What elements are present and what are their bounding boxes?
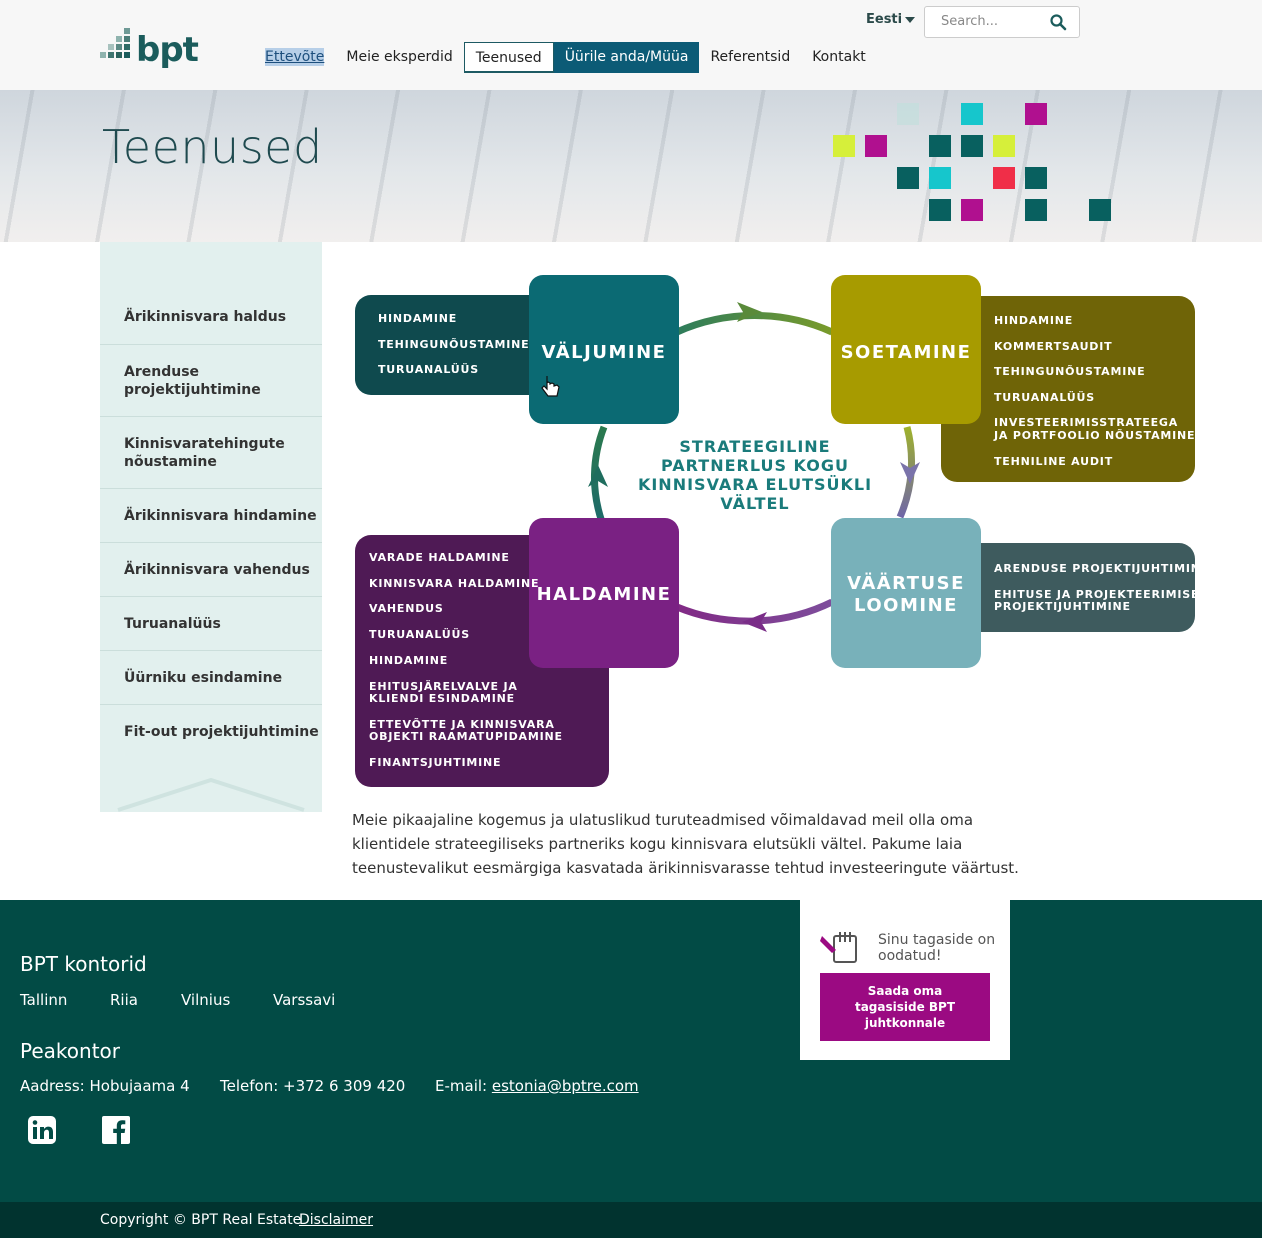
hq-email-row: E-mail: estonia@bptre.com xyxy=(435,1077,639,1095)
hq-phone: Telefon: +372 6 309 420 xyxy=(220,1077,406,1095)
center-line-4: VÄLTEL xyxy=(720,494,789,513)
svg-text:TEHINGUNÕUSTAMINE: TEHINGUNÕUSTAMINE xyxy=(994,365,1145,378)
svg-text:JA PORTFOOLIO NÕUSTAMINE: JA PORTFOOLIO NÕUSTAMINE xyxy=(993,429,1195,442)
svg-text:KLIENDI ESINDAMINE: KLIENDI ESINDAMINE xyxy=(369,692,515,705)
office-link-vilnius[interactable]: Vilnius xyxy=(181,991,230,1009)
svg-text:TURUANALÜÜS: TURUANALÜÜS xyxy=(369,627,470,641)
language-label: Eesti xyxy=(866,12,903,27)
feedback-box: Sinu tagaside on oodatud! Saada oma taga… xyxy=(800,900,1010,1060)
sidebar-item-arenduse-projektijuhtimine[interactable]: Arenduse projektijuhtimine xyxy=(100,345,322,417)
copyright-bar: Copyright © BPT Real Estate Disclaimer xyxy=(0,1202,1262,1238)
svg-text:HINDAMINE: HINDAMINE xyxy=(369,654,448,667)
haldamine-title: HALDAMINE xyxy=(537,584,672,605)
logo-text[interactable]: bpt xyxy=(136,30,199,70)
feedback-prompt: Sinu tagaside on oodatud! xyxy=(878,932,996,964)
sidebar-item-kinnisvaratehingute-noustamine[interactable]: Kinnisvaratehingute nõustamine xyxy=(100,417,322,489)
vaartuse-title-1: VÄÄRTUSE xyxy=(847,572,965,594)
svg-text:PROJEKTIJUHTIMINE: PROJEKTIJUHTIMINE xyxy=(994,600,1131,613)
sidebar-item-uurniku-esindamine[interactable]: Üürniku esindamine xyxy=(100,651,322,705)
center-line-3: KINNISVARA ELUTSÜKLI xyxy=(638,475,872,494)
send-feedback-button[interactable]: Saada oma tagasiside BPT juhtkonnale xyxy=(820,973,990,1041)
email-label: E-mail: xyxy=(435,1077,492,1095)
facebook-icon[interactable] xyxy=(101,1115,131,1145)
svg-text:HINDAMINE: HINDAMINE xyxy=(994,314,1073,327)
sidebar-item-turuanaluus[interactable]: Turuanalüüs xyxy=(100,597,322,651)
center-line-2: PARTNERLUS KOGU xyxy=(661,456,849,475)
sidebar-item-fit-out-projektijuhtimine[interactable]: Fit-out projektijuhtimine xyxy=(100,705,322,759)
center-line-1: STRATEEGILINE xyxy=(679,437,830,456)
page-title: Teenused xyxy=(102,120,323,174)
office-link-tallinn[interactable]: Tallinn xyxy=(20,991,67,1009)
nav-teenused[interactable]: Teenused xyxy=(463,42,554,73)
site-footer: BPT kontorid Tallinn Riia Vilnius Varssa… xyxy=(0,900,1262,1202)
svg-text:ARENDUSE PROJEKTIJUHTIMINE: ARENDUSE PROJEKTIJUHTIMINE xyxy=(994,562,1202,575)
search-icon[interactable] xyxy=(1049,13,1067,31)
office-link-varssavi[interactable]: Varssavi xyxy=(273,991,335,1009)
svg-text:VAHENDUS: VAHENDUS xyxy=(369,602,444,615)
svg-text:OBJEKTI RAAMATUPIDAMINE: OBJEKTI RAAMATUPIDAMINE xyxy=(369,730,563,743)
office-link-riia[interactable]: Riia xyxy=(110,991,138,1009)
haldamine-group[interactable]: HALDAMINE VARADE HALDAMINE KINNISVARA HA… xyxy=(355,518,679,787)
disclaimer-link[interactable]: Disclaimer xyxy=(299,1212,373,1228)
linkedin-icon[interactable] xyxy=(27,1115,57,1145)
sidebar-item-arikinnisvara-hindamine[interactable]: Ärikinnisvara hindamine xyxy=(100,489,322,543)
search-input[interactable] xyxy=(941,14,1051,29)
page-banner: Teenused xyxy=(0,90,1262,242)
svg-text:INVESTEERIMISSTRATEEGA: INVESTEERIMISSTRATEEGA xyxy=(994,416,1178,429)
valjumine-group[interactable]: HINDAMINE TEHINGUNÕUSTAMINE TURUANALÜÜS … xyxy=(355,275,679,424)
copyright-text: Copyright © BPT Real Estate xyxy=(100,1212,302,1228)
services-sidebar: Ärikinnisvara haldus Arenduse projektiju… xyxy=(100,242,322,812)
feedback-pencil-icon xyxy=(820,932,857,963)
sidebar-item-arikinnisvara-haldus[interactable]: Ärikinnisvara haldus xyxy=(100,290,322,345)
main-nav: Ettevõte Meie eksperdid Teenused Üürile … xyxy=(254,42,877,73)
svg-text:HINDAMINE: HINDAMINE xyxy=(378,312,457,325)
vaartuse-title-2: LOOMINE xyxy=(854,595,958,616)
chevron-down-icon xyxy=(905,16,916,23)
svg-text:TURUANALÜÜS: TURUANALÜÜS xyxy=(378,362,479,376)
svg-text:EHITUSJÄRELVALVE JA: EHITUSJÄRELVALVE JA xyxy=(369,679,518,693)
svg-text:TEHNILINE AUDIT: TEHNILINE AUDIT xyxy=(994,455,1113,468)
sidebar-item-arikinnisvara-vahendus[interactable]: Ärikinnisvara vahendus xyxy=(100,543,322,597)
nav-referentsid[interactable]: Referentsid xyxy=(699,42,801,73)
valjumine-title: VÄLJUMINE xyxy=(542,341,667,363)
nav-meie-eksperdid[interactable]: Meie eksperdid xyxy=(335,42,463,73)
offices-heading: BPT kontorid xyxy=(20,952,147,976)
svg-text:KOMMERTSAUDIT: KOMMERTSAUDIT xyxy=(994,340,1112,353)
nav-ettevote[interactable]: Ettevõte xyxy=(265,48,325,66)
sidebar-ribbon-notch xyxy=(100,776,322,816)
hq-address: Aadress: Hobujaama 4 xyxy=(20,1077,190,1095)
svg-text:TEHINGUNÕUSTAMINE: TEHINGUNÕUSTAMINE xyxy=(378,338,529,351)
svg-text:FINANTSJUHTIMINE: FINANTSJUHTIMINE xyxy=(369,756,501,769)
nav-kontakt[interactable]: Kontakt xyxy=(801,42,877,73)
soetamine-group[interactable]: SOETAMINE HINDAMINE KOMMERTSAUDIT TEHING… xyxy=(831,275,1195,482)
soetamine-title: SOETAMINE xyxy=(841,342,972,363)
site-header: bpt Ettevõte Meie eksperdid Teenused Üür… xyxy=(0,0,1262,90)
svg-text:VARADE HALDAMINE: VARADE HALDAMINE xyxy=(369,551,510,564)
center-text: STRATEEGILINE PARTNERLUS KOGU KINNISVARA… xyxy=(638,437,872,513)
svg-text:TURUANALÜÜS: TURUANALÜÜS xyxy=(994,390,1095,404)
svg-text:KINNISVARA HALDAMINE: KINNISVARA HALDAMINE xyxy=(369,577,539,590)
intro-paragraph: Meie pikaajaline kogemus ja ulatuslikud … xyxy=(352,811,1019,877)
vaartuse-loomine-group[interactable]: VÄÄRTUSE LOOMINE ARENDUSE PROJEKTIJUHTIM… xyxy=(831,518,1202,668)
search-box xyxy=(924,6,1080,38)
hq-heading: Peakontor xyxy=(20,1039,120,1063)
language-selector[interactable]: Eesti xyxy=(866,12,916,27)
nav-uurile-anda[interactable]: Üürile anda/Müüa xyxy=(553,42,700,73)
lifecycle-diagram: STRATEEGILINE PARTNERLUS KOGU KINNISVARA… xyxy=(355,275,1202,787)
email-link[interactable]: estonia@bptre.com xyxy=(492,1077,639,1095)
